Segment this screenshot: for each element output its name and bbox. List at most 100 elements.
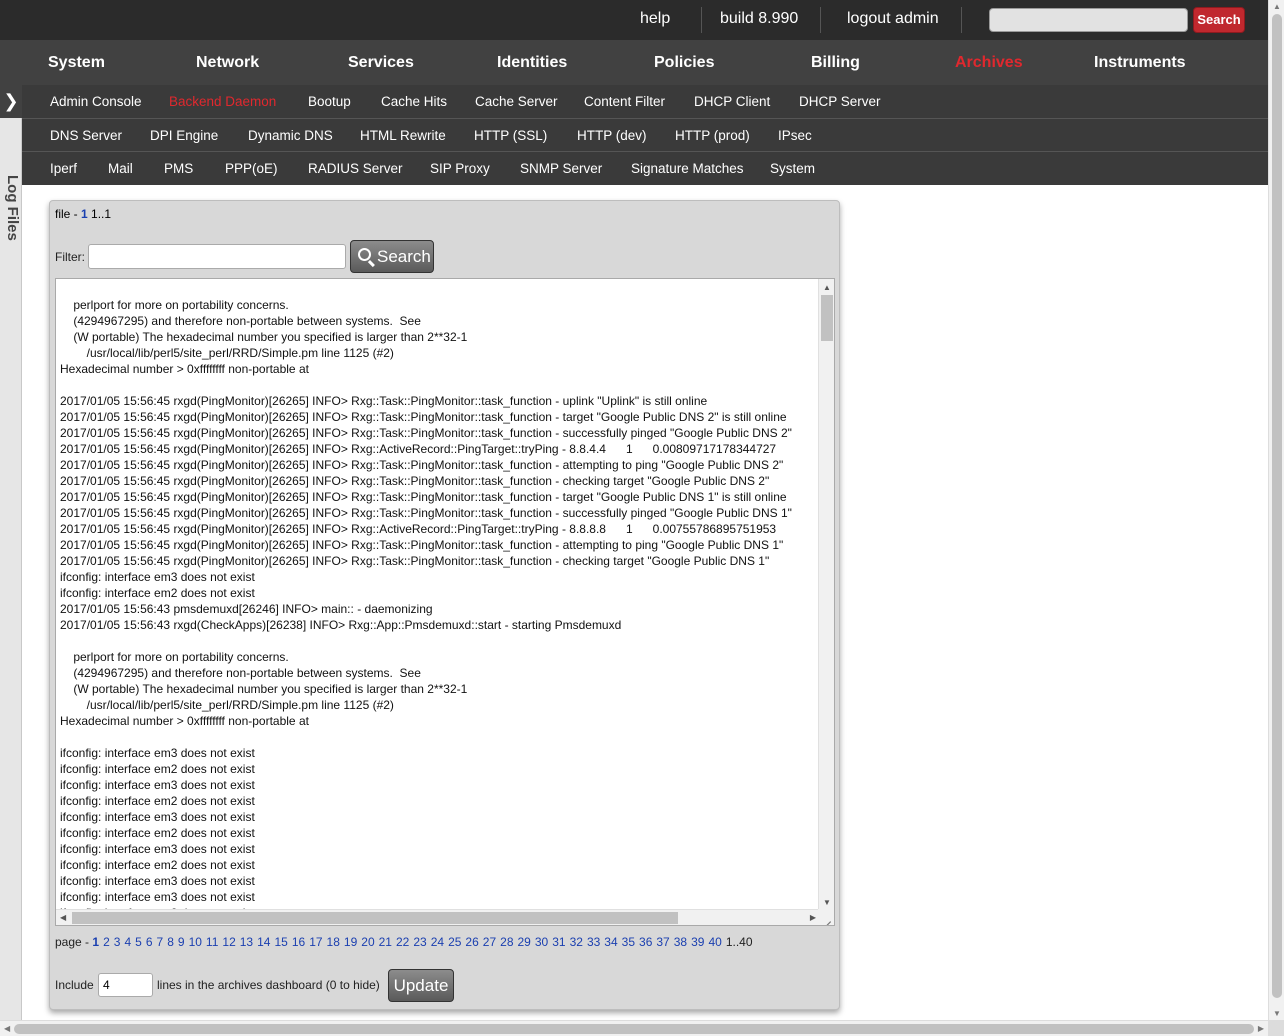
filter-input[interactable] — [88, 244, 346, 269]
page-link[interactable]: 31 — [552, 935, 565, 949]
page-link[interactable]: 20 — [361, 935, 374, 949]
page-link[interactable]: 11 — [206, 935, 218, 949]
page-link[interactable]: 27 — [483, 935, 496, 949]
page-link[interactable]: 24 — [431, 935, 444, 949]
include-lines-input[interactable] — [98, 973, 153, 997]
page-link[interactable]: 7 — [157, 935, 164, 949]
subnav-system[interactable]: System — [770, 161, 815, 176]
subnav-pms[interactable]: PMS — [164, 161, 193, 176]
page-link[interactable]: 23 — [413, 935, 426, 949]
page-link[interactable]: 32 — [570, 935, 583, 949]
search-button[interactable]: Search — [350, 240, 434, 273]
page-link[interactable]: 17 — [309, 935, 322, 949]
scroll-left-icon[interactable]: ◀ — [60, 913, 66, 922]
scroll-up-icon[interactable]: ▲ — [823, 283, 831, 292]
scroll-right-icon[interactable]: ▶ — [1258, 1024, 1264, 1033]
page-current[interactable]: 1 — [92, 935, 99, 949]
subnav-cache-server[interactable]: Cache Server — [475, 94, 558, 109]
logout-link[interactable]: logout admin — [847, 10, 939, 28]
page-link[interactable]: 25 — [448, 935, 461, 949]
page-link[interactable]: 15 — [274, 935, 287, 949]
resize-handle-icon[interactable] — [818, 909, 834, 925]
page-link[interactable]: 4 — [124, 935, 131, 949]
subnav-snmp-server[interactable]: SNMP Server — [520, 161, 602, 176]
page-link[interactable]: 10 — [189, 935, 202, 949]
page-link[interactable]: 16 — [292, 935, 305, 949]
window-vertical-scrollbar[interactable]: ▲ ▼ — [1268, 0, 1284, 1020]
page-link[interactable]: 5 — [135, 935, 142, 949]
update-button[interactable]: Update — [388, 969, 454, 1002]
page-link[interactable]: 37 — [656, 935, 669, 949]
subnav-bootup[interactable]: Bootup — [308, 94, 351, 109]
scroll-left-icon[interactable]: ◀ — [4, 1024, 10, 1033]
log-textarea[interactable]: perlport for more on portability concern… — [55, 278, 835, 926]
page-link[interactable]: 39 — [691, 935, 704, 949]
page-link[interactable]: 14 — [257, 935, 270, 949]
scroll-thumb[interactable] — [821, 295, 833, 341]
scroll-thumb[interactable] — [72, 912, 678, 924]
subnav-radius-server[interactable]: RADIUS Server — [308, 161, 403, 176]
subnav-http-ssl[interactable]: HTTP (SSL) — [474, 128, 547, 143]
subnav-dns-server[interactable]: DNS Server — [50, 128, 122, 143]
subnav-admin-console[interactable]: Admin Console — [50, 94, 142, 109]
subnav-iperf[interactable]: Iperf — [50, 161, 77, 176]
nav-system[interactable]: System — [48, 54, 105, 72]
nav-identities[interactable]: Identities — [497, 54, 567, 72]
page-link[interactable]: 13 — [240, 935, 253, 949]
subnav-mail[interactable]: Mail — [108, 161, 133, 176]
scroll-thumb[interactable] — [1272, 14, 1282, 998]
subnav-dpi-engine[interactable]: DPI Engine — [150, 128, 218, 143]
scroll-down-icon[interactable]: ▼ — [1273, 1009, 1281, 1018]
page-link[interactable]: 33 — [587, 935, 600, 949]
page-link[interactable]: 2 — [103, 935, 110, 949]
global-search-button[interactable]: Search — [1193, 7, 1245, 33]
subnav-http-dev[interactable]: HTTP (dev) — [577, 128, 647, 143]
log-vertical-scrollbar[interactable]: ▲ ▼ — [818, 279, 834, 911]
log-horizontal-scrollbar[interactable]: ◀ ▶ — [56, 909, 820, 925]
scroll-up-icon[interactable]: ▲ — [1273, 2, 1281, 11]
help-link[interactable]: help — [640, 10, 670, 28]
nav-archives[interactable]: Archives — [955, 54, 1023, 72]
subnav-http-prod[interactable]: HTTP (prod) — [675, 128, 750, 143]
window-horizontal-scrollbar[interactable]: ◀ ▶ — [0, 1020, 1268, 1036]
page-link[interactable]: 36 — [639, 935, 652, 949]
nav-instruments[interactable]: Instruments — [1094, 54, 1186, 72]
page-link[interactable]: 9 — [178, 935, 185, 949]
subnav-html-rewrite[interactable]: HTML Rewrite — [360, 128, 446, 143]
subnav-dhcp-client[interactable]: DHCP Client — [694, 94, 770, 109]
subnav-backend-daemon[interactable]: Backend Daemon — [169, 94, 276, 109]
subnav-sip-proxy[interactable]: SIP Proxy — [430, 161, 490, 176]
global-search-input[interactable] — [989, 8, 1188, 32]
page-link[interactable]: 3 — [114, 935, 121, 949]
page-link[interactable]: 28 — [500, 935, 513, 949]
page-link[interactable]: 21 — [379, 935, 392, 949]
subnav-cache-hits[interactable]: Cache Hits — [381, 94, 447, 109]
scroll-right-icon[interactable]: ▶ — [810, 913, 816, 922]
subnav-dhcp-server[interactable]: DHCP Server — [799, 94, 881, 109]
scroll-thumb[interactable] — [14, 1024, 1254, 1034]
page-link[interactable]: 18 — [327, 935, 340, 949]
subnav-pppoe[interactable]: PPP(oE) — [225, 161, 278, 176]
page-link[interactable]: 26 — [465, 935, 478, 949]
page-link[interactable]: 38 — [674, 935, 687, 949]
nav-billing[interactable]: Billing — [811, 54, 860, 72]
subnav-dynamic-dns[interactable]: Dynamic DNS — [248, 128, 333, 143]
page-link[interactable]: 8 — [167, 935, 174, 949]
nav-network[interactable]: Network — [196, 54, 259, 72]
sidebar-label[interactable]: Log Files — [1, 175, 21, 245]
nav-services[interactable]: Services — [348, 54, 414, 72]
page-link[interactable]: 35 — [622, 935, 635, 949]
page-link[interactable]: 34 — [604, 935, 617, 949]
page-link[interactable]: 19 — [344, 935, 357, 949]
nav-policies[interactable]: Policies — [654, 54, 714, 72]
page-link[interactable]: 6 — [146, 935, 153, 949]
page-link[interactable]: 40 — [708, 935, 721, 949]
page-link[interactable]: 12 — [222, 935, 235, 949]
page-link[interactable]: 22 — [396, 935, 409, 949]
page-link[interactable]: 30 — [535, 935, 548, 949]
subnav-ipsec[interactable]: IPsec — [778, 128, 812, 143]
subnav-signature-matches[interactable]: Signature Matches — [631, 161, 744, 176]
chevron-right-icon[interactable]: ❯ — [0, 85, 22, 118]
file-current[interactable]: 1 — [81, 207, 88, 221]
scroll-down-icon[interactable]: ▼ — [823, 898, 831, 907]
